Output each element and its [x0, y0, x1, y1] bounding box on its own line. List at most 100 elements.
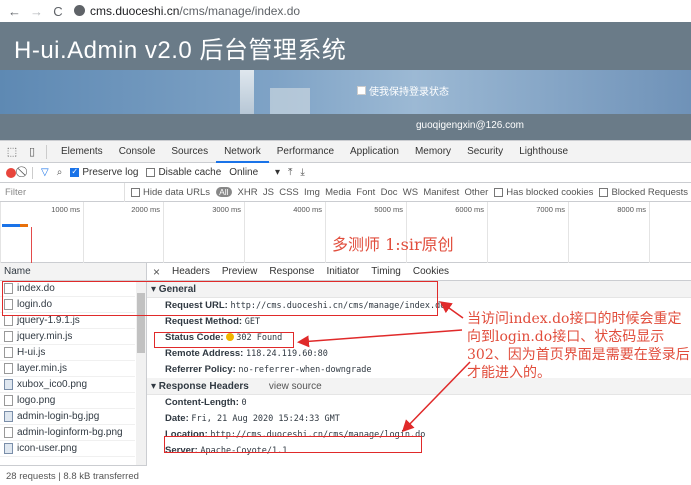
- view-source-link[interactable]: view source: [269, 381, 322, 392]
- reload-icon[interactable]: C: [52, 4, 64, 19]
- record-icon[interactable]: [6, 167, 16, 178]
- header-key: Server:: [165, 445, 198, 456]
- scroll-thumb[interactable]: [137, 293, 145, 353]
- header-row: Location: http://cms.duoceshi.cn/cms/man…: [147, 427, 691, 443]
- network-overview-timeline[interactable]: 1000 ms 2000 ms 3000 ms 4000 ms 5000 ms …: [0, 202, 691, 263]
- file-icon: [4, 283, 13, 294]
- file-icon: [4, 395, 13, 406]
- request-summary: 28 requests | 8.8 kB transferred: [0, 465, 147, 485]
- tab-response[interactable]: Response: [269, 266, 314, 277]
- image-icon: [4, 443, 13, 454]
- request-row[interactable]: jquery-1.9.1.js: [0, 313, 135, 329]
- filter-input[interactable]: Filter: [0, 182, 125, 202]
- devtools-tab-bar: ⬚ ▯ Elements Console Sources Network Per…: [0, 141, 691, 163]
- tab-performance[interactable]: Performance: [269, 141, 342, 163]
- request-row[interactable]: icon-user.png: [0, 441, 135, 457]
- has-blocked-cookies-label: Has blocked cookies: [506, 186, 594, 198]
- header-row: Content-Length: 0: [147, 395, 691, 411]
- timeline-tick: 7000 ms: [487, 202, 568, 263]
- timeline-tick: 8000 ms: [568, 202, 649, 263]
- request-row[interactable]: index.do: [0, 281, 135, 297]
- header-row: Server: Apache-Coyote/1.1: [147, 443, 691, 459]
- export-har-icon[interactable]: ⤓: [300, 167, 304, 178]
- timeline-tick: 1000 ms: [0, 202, 83, 263]
- request-row[interactable]: H-ui.js: [0, 345, 135, 361]
- tab-application[interactable]: Application: [342, 141, 407, 163]
- tab-cookies[interactable]: Cookies: [413, 266, 449, 277]
- checkbox-icon: [146, 168, 156, 177]
- header-key: Date:: [165, 413, 189, 424]
- request-name: admin-login-bg.jpg: [17, 410, 100, 422]
- request-list-scrollbar[interactable]: [136, 281, 146, 465]
- tab-security[interactable]: Security: [459, 141, 511, 163]
- disable-cache-checkbox[interactable]: Disable cache: [146, 167, 221, 178]
- close-icon[interactable]: ×: [153, 265, 160, 279]
- tab-sources[interactable]: Sources: [163, 141, 216, 163]
- import-har-icon[interactable]: ⤒: [288, 167, 292, 178]
- chevron-down-icon: ▾: [274, 167, 280, 178]
- browser-toolbar: ← → C cms.duoceshi.cn/cms/manage/index.d…: [0, 0, 691, 22]
- url-host: cms.duoceshi.cn: [90, 4, 180, 18]
- checkbox-checked-icon: [70, 167, 80, 177]
- filter-all-pill[interactable]: All: [216, 187, 232, 197]
- throttle-select[interactable]: Online ▾: [229, 167, 280, 178]
- timeline-request-bar: [2, 224, 20, 227]
- tab-network[interactable]: Network: [216, 141, 269, 163]
- request-row[interactable]: xubox_ico0.png: [0, 377, 135, 393]
- watermark-text: 多测师 1:sir原创: [332, 235, 454, 254]
- file-icon: [4, 299, 13, 310]
- tab-initiator[interactable]: Initiator: [326, 266, 359, 277]
- remember-login-option[interactable]: 使我保持登录状态: [357, 83, 449, 98]
- timeline-request-bar: [20, 224, 28, 227]
- hide-data-urls-checkbox[interactable]: Hide data URLs: [131, 187, 210, 198]
- tab-memory[interactable]: Memory: [407, 141, 459, 163]
- header-key: Location:: [165, 429, 208, 440]
- header-key: Request Method:: [165, 316, 243, 327]
- remember-checkbox[interactable]: [357, 86, 366, 95]
- has-blocked-cookies-checkbox[interactable]: Has blocked cookies: [494, 187, 593, 198]
- request-row[interactable]: admin-login-bg.jpg: [0, 409, 135, 425]
- remember-label: 使我保持登录状态: [369, 87, 449, 98]
- banner-building-shape: [270, 88, 310, 114]
- tab-elements[interactable]: Elements: [53, 141, 111, 163]
- tab-headers[interactable]: Headers: [172, 266, 210, 277]
- url-field[interactable]: cms.duoceshi.cn/cms/manage/index.do: [74, 4, 300, 18]
- header-key: Status Code:: [165, 332, 224, 343]
- request-row[interactable]: layer.min.js: [0, 361, 135, 377]
- banner-tower-shape: [240, 70, 254, 114]
- resource-type-filters[interactable]: XHR JS CSS Img Media Font Doc WS Manifes…: [238, 187, 489, 198]
- request-row[interactable]: logo.png: [0, 393, 135, 409]
- header-key: Content-Length:: [165, 397, 239, 408]
- forward-arrow-icon[interactable]: →: [30, 4, 43, 19]
- tab-lighthouse[interactable]: Lighthouse: [511, 141, 576, 163]
- image-icon: [4, 379, 13, 390]
- tab-preview[interactable]: Preview: [222, 266, 258, 277]
- request-row[interactable]: login.do: [0, 297, 135, 313]
- preserve-log-checkbox[interactable]: Preserve log: [70, 167, 138, 178]
- name-column-header[interactable]: Name: [0, 263, 146, 281]
- filter-icon[interactable]: ▽: [41, 167, 49, 178]
- blocked-requests-checkbox[interactable]: Blocked Requests: [599, 187, 688, 198]
- device-toolbar-icon[interactable]: ▯: [24, 145, 40, 158]
- url-path: /cms/manage/index.do: [179, 4, 301, 18]
- request-name: xubox_ico0.png: [17, 378, 88, 390]
- disable-cache-label: Disable cache: [158, 167, 222, 178]
- status-indicator-icon: [226, 333, 235, 341]
- tab-console[interactable]: Console: [111, 141, 164, 163]
- header-value: GET: [244, 317, 261, 327]
- general-section-header[interactable]: ▾ General: [147, 281, 691, 298]
- request-name: index.do: [17, 282, 55, 294]
- inspect-element-icon[interactable]: ⬚: [4, 145, 20, 158]
- timeline-tick: 3000 ms: [163, 202, 244, 263]
- throttle-value: Online: [229, 167, 259, 178]
- tab-timing[interactable]: Timing: [371, 266, 401, 277]
- timeline-tick: 2000 ms: [83, 202, 163, 263]
- request-row[interactable]: jquery.min.js: [0, 329, 135, 345]
- request-row[interactable]: admin-loginform-bg.png: [0, 425, 135, 441]
- site-info-icon[interactable]: [74, 5, 85, 16]
- back-arrow-icon[interactable]: ←: [8, 4, 21, 19]
- header-value: Apache-Coyote/1.1: [200, 446, 288, 456]
- search-icon[interactable]: ⌕: [57, 167, 63, 178]
- request-name: login.do: [17, 298, 53, 310]
- timeline-load-marker: [31, 227, 32, 263]
